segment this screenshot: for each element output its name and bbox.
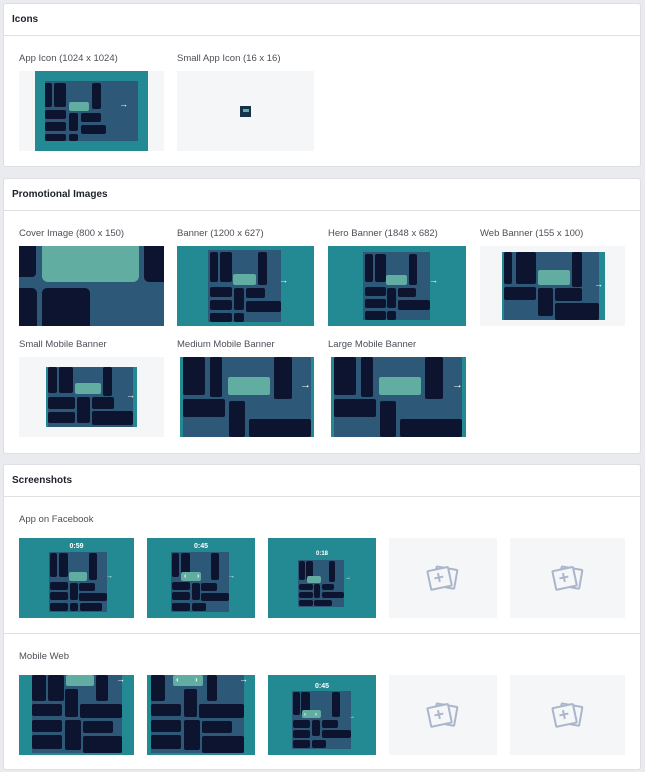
hero-banner-image[interactable]: →: [328, 246, 466, 326]
cover-image-label: Cover Image (800 x 150): [19, 228, 125, 239]
screenshots-panel: Screenshots App on Facebook 0:59 → 0:45: [3, 464, 641, 770]
large-mobile-banner-label: Large Mobile Banner: [328, 339, 417, 350]
large-mobile-banner-image[interactable]: →: [331, 357, 466, 437]
medium-mobile-banner-image[interactable]: →: [180, 357, 314, 437]
exit-arrow-icon: →: [228, 573, 235, 580]
exit-arrow-icon: →: [116, 675, 125, 684]
screenshots-heading: Screenshots: [4, 465, 640, 497]
add-screenshot-placeholder[interactable]: [510, 538, 625, 618]
small-app-icon-glyph: [240, 106, 251, 117]
web-banner-label: Web Banner (155 x 100): [480, 228, 584, 239]
medium-mobile-arrow-icon: →: [300, 379, 311, 391]
exit-arrow-icon: →: [345, 575, 351, 581]
medium-mobile-banner-label: Medium Mobile Banner: [177, 339, 275, 350]
left-chevron-icon: ‹: [184, 573, 187, 580]
facebook-screenshot-1[interactable]: 0:59 →: [19, 538, 134, 618]
hero-arrow-icon: →: [429, 275, 438, 285]
timer-label: 0:45: [193, 543, 208, 550]
mobile-web-label: Mobile Web: [19, 651, 69, 662]
large-mobile-arrow-icon: →: [452, 379, 463, 391]
banner-image[interactable]: →: [177, 246, 314, 326]
add-screenshot-placeholder[interactable]: [389, 675, 497, 755]
add-photo-icon: [551, 565, 583, 591]
small-app-icon-image[interactable]: [177, 71, 314, 151]
add-photo-icon: [426, 565, 459, 591]
facebook-screenshot-3[interactable]: 0:18 →: [268, 538, 376, 618]
small-mobile-banner-image[interactable]: →: [19, 357, 164, 437]
exit-arrow-icon: →: [106, 573, 113, 580]
banner-label: Banner (1200 x 627): [177, 228, 264, 239]
mobile-screenshot-1[interactable]: →: [19, 675, 134, 755]
left-chevron-icon: ‹: [176, 675, 179, 684]
app-icon-label: App Icon (1024 x 1024): [19, 53, 118, 64]
left-chevron-icon: ‹: [304, 712, 306, 718]
right-chevron-icon: ›: [315, 712, 317, 718]
add-screenshot-placeholder[interactable]: [389, 538, 497, 618]
facebook-screenshot-2[interactable]: 0:45 ‹ › →: [147, 538, 255, 618]
exit-arrow-icon: →: [239, 675, 248, 684]
app-on-facebook-label: App on Facebook: [19, 514, 94, 525]
add-photo-icon: [551, 702, 583, 728]
section-divider: [4, 633, 640, 634]
cover-image[interactable]: [19, 246, 164, 326]
hero-banner-label: Hero Banner (1848 x 682): [328, 228, 438, 239]
promo-heading: Promotional Images: [4, 179, 640, 211]
icons-heading: Icons: [4, 4, 640, 36]
timer-label: 0:45: [314, 683, 329, 690]
icons-panel: Icons App Icon (1024 x 1024) → Small App…: [3, 3, 641, 167]
timer-label: 0:59: [69, 543, 84, 550]
puzzle-board: →: [35, 71, 148, 151]
small-mobile-arrow-icon: →: [126, 390, 135, 400]
right-chevron-icon: ›: [195, 675, 198, 684]
mobile-screenshot-3[interactable]: 0:45 ‹ › →: [268, 675, 376, 755]
app-icon-image[interactable]: →: [19, 71, 164, 151]
small-mobile-banner-label: Small Mobile Banner: [19, 339, 107, 350]
right-chevron-icon: ›: [197, 573, 200, 580]
web-banner-image[interactable]: →: [480, 246, 625, 326]
add-photo-icon: [426, 702, 459, 728]
exit-arrow-icon: →: [119, 99, 128, 109]
timer-label: 0:18: [315, 551, 328, 557]
promo-panel: Promotional Images Cover Image (800 x 15…: [3, 178, 641, 454]
mobile-screenshot-2[interactable]: ‹ › →: [147, 675, 255, 755]
exit-arrow-icon: →: [349, 714, 355, 720]
small-app-icon-label: Small App Icon (16 x 16): [177, 53, 281, 64]
web-banner-arrow-icon: →: [594, 279, 603, 289]
add-screenshot-placeholder[interactable]: [510, 675, 625, 755]
banner-arrow-icon: →: [279, 275, 288, 285]
